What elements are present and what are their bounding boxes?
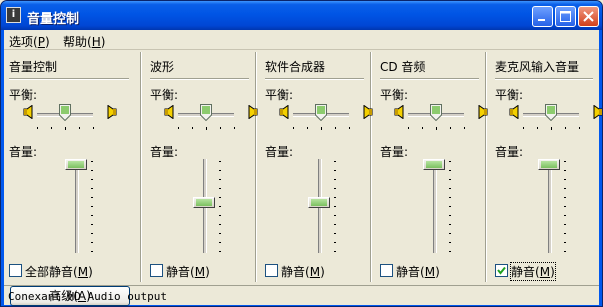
status-bar: Conexant HD Audio output — [4, 285, 599, 306]
menu-options[interactable]: 选项(P) — [9, 33, 50, 50]
balance-label: 平衡: — [150, 88, 179, 102]
mute-accel: M — [424, 265, 436, 279]
mute-accel: M — [539, 265, 551, 279]
channel-title: 波形 — [150, 60, 175, 74]
speaker-left-icon — [164, 104, 176, 122]
channel-column-wave: 波形平衡: 音量: 静音(M) — [142, 52, 258, 282]
volume-slider-thumb[interactable] — [65, 159, 87, 170]
volume-label: 音量: — [150, 145, 179, 159]
channel-title: 音量控制 — [9, 60, 58, 74]
minimize-icon — [538, 19, 545, 21]
mute-checkbox[interactable] — [495, 264, 508, 277]
volume-ticks — [449, 161, 451, 252]
balance-slider-thumb[interactable] — [315, 104, 327, 121]
speaker-left-icon — [509, 104, 521, 122]
balance-label: 平衡: — [380, 88, 409, 102]
mute-checkbox[interactable] — [265, 264, 278, 277]
balance-ticks — [178, 127, 235, 130]
mute-label[interactable]: 静音(M) — [281, 263, 325, 280]
mute-text: 全部静音 — [25, 265, 74, 279]
menu-options-accel: P — [37, 35, 45, 49]
mute-text: 静音 — [281, 265, 306, 279]
mute-checkbox[interactable] — [380, 264, 393, 277]
title-divider — [380, 78, 479, 80]
channel-column-cd: CD 音频平衡: 音量: 静音(M) — [372, 52, 488, 282]
balance-ticks — [37, 127, 94, 130]
volume-slider-thumb[interactable] — [423, 159, 445, 170]
balance-slider-thumb[interactable] — [59, 104, 71, 121]
channel-column-master: 音量控制 平衡: 音量: 全部静音(M) 高级(A) — [4, 52, 140, 306]
volume-ticks — [564, 161, 566, 252]
channel-column-mic: 麦克风输入音量 平衡: 音量: 静音(M) — [487, 52, 602, 282]
volume-slider-thumb[interactable] — [538, 159, 560, 170]
menu-help-label: 帮助 — [63, 35, 88, 49]
balance-ticks — [523, 127, 580, 130]
volume-label: 音量: — [265, 145, 294, 159]
channel-title: 麦克风输入音量 — [495, 60, 580, 74]
title-bar[interactable]: i 音量控制 — [1, 1, 602, 30]
volume-label: 音量: — [9, 145, 38, 159]
speaker-left-icon — [23, 104, 35, 122]
minimize-button[interactable] — [532, 6, 553, 27]
close-button[interactable] — [578, 6, 599, 27]
mute-accel: M — [194, 265, 206, 279]
balance-slider-thumb[interactable] — [200, 104, 212, 121]
speaker-right-icon — [591, 104, 602, 122]
speaker-right-icon — [105, 104, 117, 122]
volume-label: 音量: — [380, 145, 409, 159]
volume-ticks — [219, 161, 221, 252]
mute-accel: M — [309, 265, 321, 279]
mute-text: 静音 — [511, 265, 536, 279]
volume-ticks — [91, 161, 93, 252]
volume-ticks — [334, 161, 336, 252]
maximize-icon — [560, 11, 571, 22]
balance-label: 平衡: — [495, 88, 524, 102]
mute-label[interactable]: 静音(M) — [396, 263, 440, 280]
volume-track[interactable] — [75, 159, 79, 253]
balance-label: 平衡: — [9, 88, 38, 102]
balance-slider-thumb[interactable] — [430, 104, 442, 121]
menu-options-label: 选项 — [9, 35, 34, 49]
status-text: Conexant HD Audio output — [8, 290, 167, 303]
balance-label: 平衡: — [265, 88, 294, 102]
balance-slider-thumb[interactable] — [545, 104, 557, 121]
channel-title: 软件合成器 — [265, 60, 326, 74]
menu-bar: 选项(P) 帮助(H) — [4, 30, 599, 50]
channel-title: CD 音频 — [380, 60, 426, 74]
title-divider — [265, 78, 364, 80]
checkmark-icon — [497, 266, 506, 275]
mute-label[interactable]: 静音(M) — [510, 262, 556, 281]
volume-label: 音量: — [495, 145, 524, 159]
maximize-button[interactable] — [555, 6, 576, 27]
mute-label[interactable]: 静音(M) — [166, 263, 210, 280]
client-area: 选项(P) 帮助(H) 音量控制 平衡: 音量: 全部静音(M) 高级(A) 波形 平衡:… — [4, 30, 602, 306]
speaker-left-icon — [279, 104, 291, 122]
volume-track[interactable] — [433, 159, 437, 253]
speaker-left-icon — [394, 104, 406, 122]
menu-help[interactable]: 帮助(H) — [63, 33, 105, 50]
volume-slider-thumb[interactable] — [193, 197, 215, 208]
menu-help-accel: H — [91, 35, 101, 49]
channel-column-synth: 软件合成器平衡: 音量: 静音(M) — [257, 52, 373, 282]
window-title: 音量控制 — [27, 12, 80, 27]
title-divider — [9, 78, 129, 80]
volume-track[interactable] — [548, 159, 552, 253]
mute-accel: M — [77, 265, 89, 279]
mute-label[interactable]: 全部静音(M) — [25, 263, 93, 280]
app-icon[interactable]: i — [6, 7, 21, 23]
volume-control-window: i 音量控制 选项(P) 帮助(H) 音量控制 平衡: 音量: 全部静音(M) 高级(A… — [0, 0, 603, 307]
title-divider — [150, 78, 249, 80]
balance-ticks — [408, 127, 465, 130]
mute-checkbox[interactable] — [150, 264, 163, 277]
volume-slider-thumb[interactable] — [308, 197, 330, 208]
mute-checkbox[interactable] — [9, 264, 22, 277]
mute-text: 静音 — [396, 265, 421, 279]
mute-text: 静音 — [166, 265, 191, 279]
balance-ticks — [293, 127, 350, 130]
close-icon — [583, 11, 594, 22]
title-divider — [495, 78, 593, 80]
